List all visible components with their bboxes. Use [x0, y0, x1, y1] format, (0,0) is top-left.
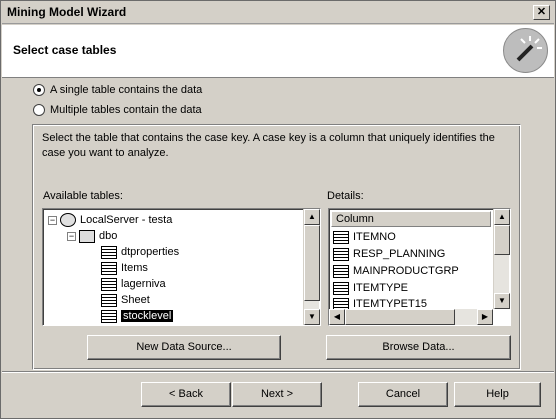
tree-item-table-selected[interactable]: stocklevel [101, 308, 174, 324]
table-icon [101, 309, 117, 323]
radio-single-indicator[interactable] [33, 84, 45, 96]
tree-node-server[interactable]: − LocalServer - testa [48, 212, 172, 228]
table-icon [101, 293, 117, 307]
tree-item-label: lagerniva [121, 278, 166, 290]
column-icon [333, 247, 349, 261]
tree-item-label: Sheet [121, 294, 150, 306]
tree-server-label: LocalServer - testa [80, 214, 173, 226]
table-icon [101, 245, 117, 259]
list-item[interactable]: MAINPRODUCTGRP [333, 263, 459, 279]
list-item-label: MAINPRODUCTGRP [353, 265, 459, 277]
cancel-button[interactable]: Cancel [358, 382, 448, 407]
collapse-icon[interactable]: − [67, 231, 76, 241]
new-data-source-button[interactable]: New Data Source... [87, 335, 281, 360]
scroll-down-icon[interactable]: ▼ [304, 309, 320, 325]
radio-multiple-label: Multiple tables contain the data [50, 104, 202, 116]
radio-single-table[interactable]: A single table contains the data [33, 82, 202, 98]
footer-separator [2, 371, 554, 373]
table-icon [101, 261, 117, 275]
column-icon [333, 281, 349, 295]
tree-item-table[interactable]: Sheet [101, 292, 150, 308]
scroll-down-icon[interactable]: ▼ [494, 293, 510, 309]
scroll-up-icon[interactable]: ▲ [304, 209, 320, 225]
scroll-left-icon[interactable]: ◀ [329, 309, 345, 325]
list-item-label: ITEMNO [353, 231, 396, 243]
wizard-header: Select case tables [2, 25, 554, 78]
tree-schema-label: dbo [99, 230, 118, 242]
help-button[interactable]: Help [454, 382, 541, 407]
list-item[interactable]: ITEMNO [333, 229, 396, 245]
list-item[interactable]: ITEMTYPE [333, 280, 408, 296]
close-button[interactable]: ✕ [533, 5, 550, 20]
column-header[interactable]: Column [331, 211, 491, 227]
tree-item-label: stocklevel [121, 310, 174, 322]
list-item-label: ITEMTYPE [353, 282, 409, 294]
scroll-thumb[interactable] [304, 225, 320, 301]
table-icon [101, 277, 117, 291]
page-title: Select case tables [13, 43, 117, 57]
window-title: Mining Model Wizard [7, 5, 127, 19]
radio-multiple-tables[interactable]: Multiple tables contain the data [33, 102, 202, 118]
scroll-right-icon[interactable]: ▶ [477, 309, 493, 325]
column-icon [333, 264, 349, 278]
tree-vertical-scrollbar[interactable]: ▲ ▼ [303, 209, 320, 325]
tree-item-label: dtproperties [121, 246, 180, 258]
tree-item-table[interactable]: dtproperties [101, 244, 179, 260]
details-label: Details: [327, 190, 364, 202]
scroll-thumb[interactable] [494, 225, 510, 255]
tree-item-table[interactable]: Items [101, 260, 148, 276]
browse-data-button[interactable]: Browse Data... [326, 335, 511, 360]
tree-item-label: Items [121, 262, 148, 274]
available-tables-label: Available tables: [43, 190, 123, 202]
available-tables-tree[interactable]: − LocalServer - testa − dbo dtproperties… [42, 208, 321, 326]
details-vertical-scrollbar[interactable]: ▲ ▼ [493, 209, 510, 309]
server-icon [60, 213, 76, 227]
tree-node-schema[interactable]: − dbo [67, 228, 117, 244]
schema-icon [79, 229, 95, 243]
radio-single-label: A single table contains the data [50, 84, 203, 96]
next-button[interactable]: Next > [232, 382, 322, 407]
title-bar: Mining Model Wizard ✕ [2, 2, 554, 24]
wizard-wand-icon [503, 28, 548, 73]
column-icon [333, 230, 349, 244]
scroll-up-icon[interactable]: ▲ [494, 209, 510, 225]
details-list[interactable]: Column ITEMNO RESP_PLANNING MAINPRODUCTG… [328, 208, 511, 326]
back-button[interactable]: < Back [141, 382, 231, 407]
list-item[interactable]: RESP_PLANNING [333, 246, 445, 262]
wizard-window: Mining Model Wizard ✕ Select case tables… [0, 0, 556, 419]
collapse-icon[interactable]: − [48, 215, 57, 225]
list-item-label: RESP_PLANNING [353, 248, 446, 260]
scroll-thumb[interactable] [345, 309, 455, 325]
radio-multiple-indicator[interactable] [33, 104, 45, 116]
instructions-text: Select the table that contains the case … [42, 132, 495, 159]
details-horizontal-scrollbar[interactable]: ◀ ▶ [329, 309, 493, 325]
tree-item-table[interactable]: lagerniva [101, 276, 166, 292]
